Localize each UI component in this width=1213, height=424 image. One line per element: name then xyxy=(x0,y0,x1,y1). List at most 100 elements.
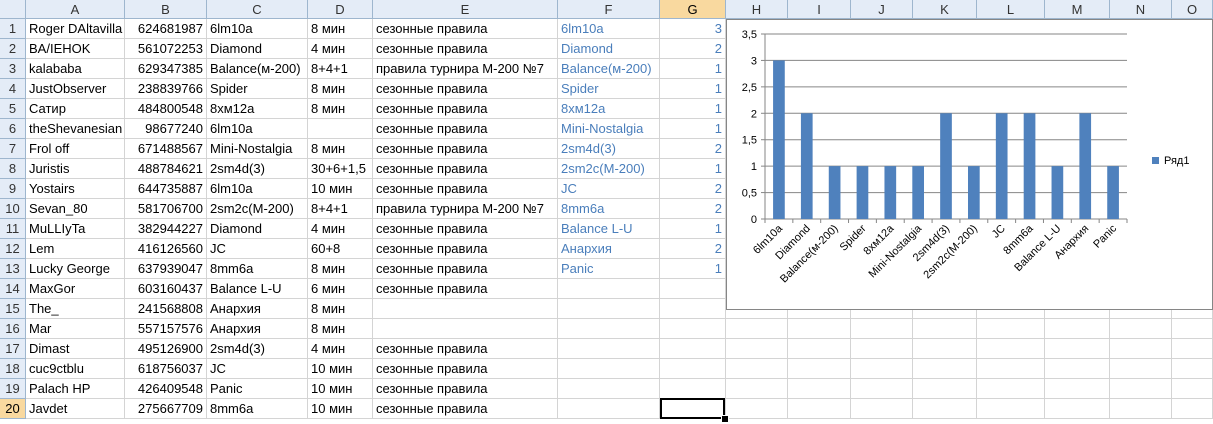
cell-c17[interactable]: 2sm4d(3) xyxy=(207,339,308,359)
cell-f7[interactable]: 2sm4d(3) xyxy=(558,139,660,159)
cell-k17[interactable] xyxy=(913,339,977,359)
cell-o17[interactable] xyxy=(1172,339,1213,359)
cell-b17[interactable]: 495126900 xyxy=(125,339,207,359)
cell-g2[interactable]: 2 xyxy=(660,39,726,59)
cell-h17[interactable] xyxy=(726,339,788,359)
cell-c1[interactable]: 6lm10a xyxy=(207,19,308,39)
cell-e17[interactable]: сезонные правила xyxy=(373,339,558,359)
cell-a13[interactable]: Lucky George xyxy=(26,259,125,279)
cell-l17[interactable] xyxy=(977,339,1045,359)
row-header[interactable]: 15 xyxy=(0,299,26,319)
cell-n19[interactable] xyxy=(1110,379,1172,399)
cell-d8[interactable]: 30+6+1,5 xyxy=(308,159,373,179)
row-header[interactable]: 16 xyxy=(0,319,26,339)
cell-h18[interactable] xyxy=(726,359,788,379)
column-header-o[interactable]: O xyxy=(1172,0,1213,19)
cell-e14[interactable]: сезонные правила xyxy=(373,279,558,299)
cell-d16[interactable]: 8 мин xyxy=(308,319,373,339)
cell-b3[interactable]: 629347385 xyxy=(125,59,207,79)
cell-d11[interactable]: 4 мин xyxy=(308,219,373,239)
row-header[interactable]: 2 xyxy=(0,39,26,59)
cell-e5[interactable]: сезонные правила xyxy=(373,99,558,119)
cell-n16[interactable] xyxy=(1110,319,1172,339)
cell-d2[interactable]: 4 мин xyxy=(308,39,373,59)
cell-g4[interactable]: 1 xyxy=(660,79,726,99)
cell-b15[interactable]: 241568808 xyxy=(125,299,207,319)
column-header-b[interactable]: B xyxy=(125,0,207,19)
cell-b10[interactable]: 581706700 xyxy=(125,199,207,219)
cell-g18[interactable] xyxy=(660,359,726,379)
cell-b12[interactable]: 416126560 xyxy=(125,239,207,259)
cell-c14[interactable]: Balance L-U xyxy=(207,279,308,299)
cell-c3[interactable]: Balance(м-200) xyxy=(207,59,308,79)
cell-d17[interactable]: 4 мин xyxy=(308,339,373,359)
row-header[interactable]: 10 xyxy=(0,199,26,219)
cell-b4[interactable]: 238839766 xyxy=(125,79,207,99)
cell-g9[interactable]: 2 xyxy=(660,179,726,199)
cell-g8[interactable]: 1 xyxy=(660,159,726,179)
cell-g10[interactable]: 2 xyxy=(660,199,726,219)
cell-g7[interactable]: 2 xyxy=(660,139,726,159)
cell-b6[interactable]: 98677240 xyxy=(125,119,207,139)
column-header-k[interactable]: K xyxy=(913,0,977,19)
bar-chart[interactable]: 0 0,5 1 1,5 2 2,5 3 3,5 6lm10a Diamond Balance(м-2… xyxy=(726,19,1213,310)
cell-j16[interactable] xyxy=(851,319,913,339)
cell-a14[interactable]: MaxGor xyxy=(26,279,125,299)
row-header[interactable]: 20 xyxy=(0,399,26,419)
row-header[interactable]: 13 xyxy=(0,259,26,279)
cell-g14[interactable] xyxy=(660,279,726,299)
cell-o18[interactable] xyxy=(1172,359,1213,379)
cell-a6[interactable]: theShevanesian xyxy=(26,119,125,139)
cell-e15[interactable] xyxy=(373,299,558,319)
cell-n17[interactable] xyxy=(1110,339,1172,359)
cell-b9[interactable]: 644735887 xyxy=(125,179,207,199)
column-header-h[interactable]: H xyxy=(726,0,788,19)
cell-i19[interactable] xyxy=(788,379,851,399)
cell-d12[interactable]: 60+8 xyxy=(308,239,373,259)
cell-a10[interactable]: Sevan_80 xyxy=(26,199,125,219)
cell-m17[interactable] xyxy=(1045,339,1110,359)
cell-o20[interactable] xyxy=(1172,399,1213,419)
cell-a11[interactable]: MuLLIyTa xyxy=(26,219,125,239)
cell-a2[interactable]: BA/IEHOK xyxy=(26,39,125,59)
fill-handle[interactable] xyxy=(721,415,729,423)
cell-f17[interactable] xyxy=(558,339,660,359)
cell-e4[interactable]: сезонные правила xyxy=(373,79,558,99)
cell-a17[interactable]: Dimast xyxy=(26,339,125,359)
column-header-e[interactable]: E xyxy=(373,0,558,19)
cell-a1[interactable]: Roger DAltavilla xyxy=(26,19,125,39)
cell-f1[interactable]: 6lm10a xyxy=(558,19,660,39)
cell-e13[interactable]: сезонные правила xyxy=(373,259,558,279)
row-header[interactable]: 5 xyxy=(0,99,26,119)
cell-f10[interactable]: 8mm6a xyxy=(558,199,660,219)
cell-i18[interactable] xyxy=(788,359,851,379)
cell-m18[interactable] xyxy=(1045,359,1110,379)
cell-f2[interactable]: Diamond xyxy=(558,39,660,59)
cell-f18[interactable] xyxy=(558,359,660,379)
cell-d1[interactable]: 8 мин xyxy=(308,19,373,39)
cell-c8[interactable]: 2sm4d(3) xyxy=(207,159,308,179)
cell-l19[interactable] xyxy=(977,379,1045,399)
row-header[interactable]: 14 xyxy=(0,279,26,299)
cell-a5[interactable]: Сатир xyxy=(26,99,125,119)
cell-i16[interactable] xyxy=(788,319,851,339)
row-header[interactable]: 18 xyxy=(0,359,26,379)
cell-j17[interactable] xyxy=(851,339,913,359)
cell-e11[interactable]: сезонные правила xyxy=(373,219,558,239)
cell-f16[interactable] xyxy=(558,319,660,339)
cell-a12[interactable]: Lem xyxy=(26,239,125,259)
cell-b20[interactable]: 275667709 xyxy=(125,399,207,419)
cell-g6[interactable]: 1 xyxy=(660,119,726,139)
column-header-a[interactable]: A xyxy=(26,0,125,19)
cell-a7[interactable]: Frol off xyxy=(26,139,125,159)
cell-b14[interactable]: 603160437 xyxy=(125,279,207,299)
cell-j20[interactable] xyxy=(851,399,913,419)
row-header[interactable]: 7 xyxy=(0,139,26,159)
cell-b7[interactable]: 671488567 xyxy=(125,139,207,159)
cell-k19[interactable] xyxy=(913,379,977,399)
cell-f19[interactable] xyxy=(558,379,660,399)
cell-c19[interactable]: Panic xyxy=(207,379,308,399)
cell-j19[interactable] xyxy=(851,379,913,399)
cell-d14[interactable]: 6 мин xyxy=(308,279,373,299)
row-header[interactable]: 19 xyxy=(0,379,26,399)
